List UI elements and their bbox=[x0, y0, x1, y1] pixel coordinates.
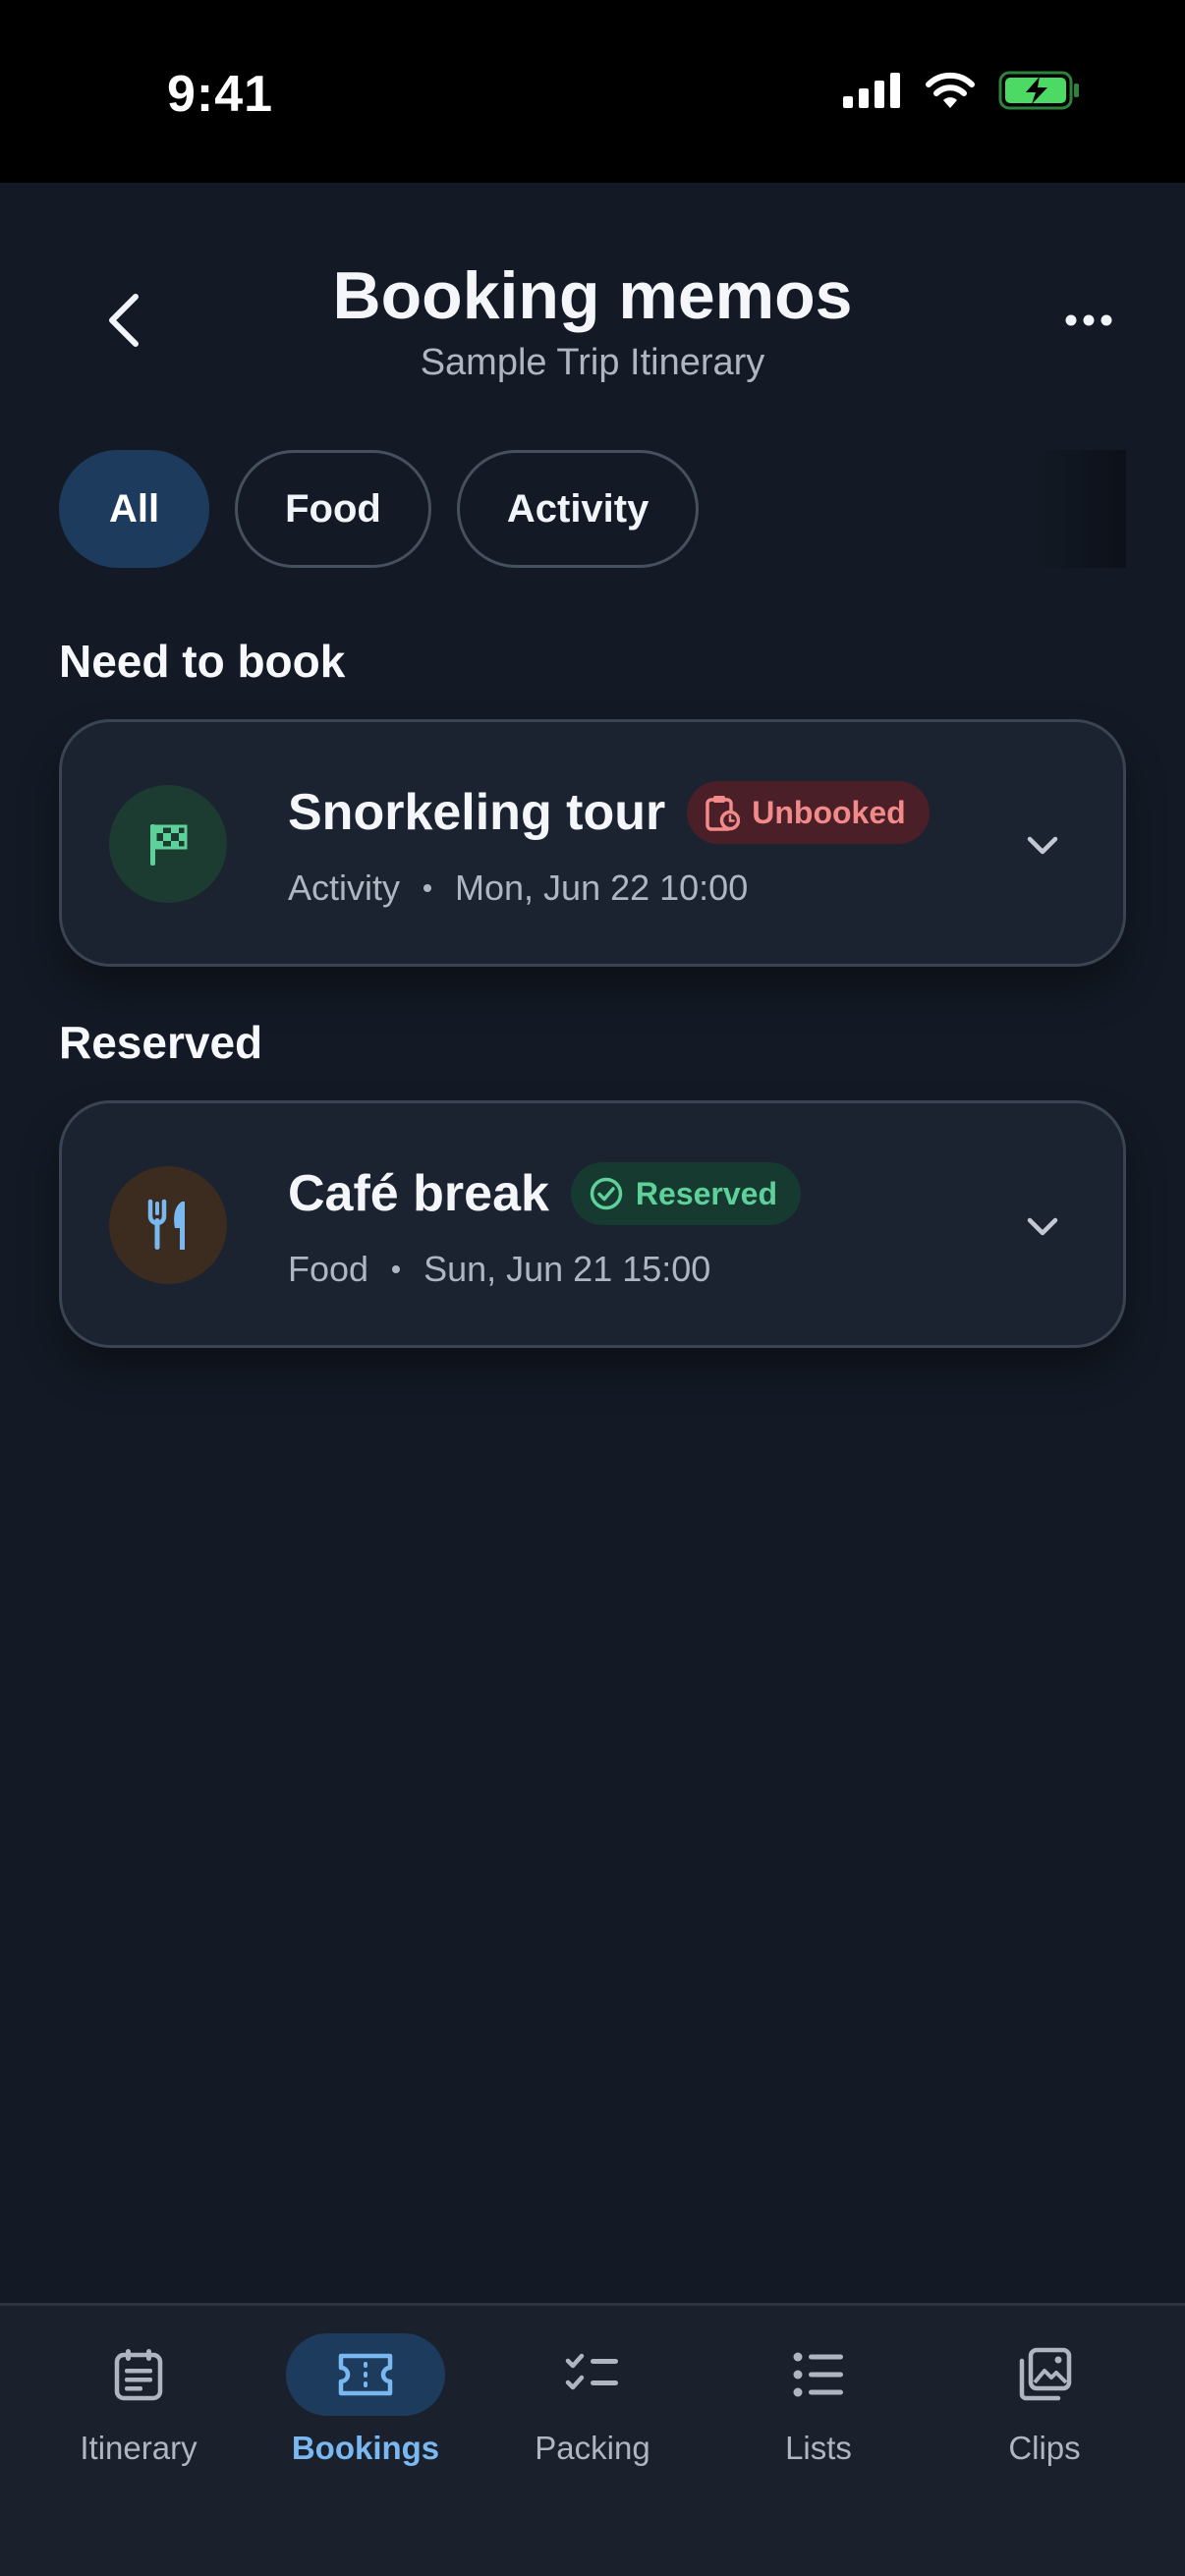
chevron-down-icon bbox=[1027, 836, 1058, 855]
tab-label: Packing bbox=[535, 2430, 650, 2466]
card-title-row: Snorkeling tour Unbooked bbox=[288, 781, 930, 844]
tab-icon-wrap bbox=[739, 2333, 898, 2416]
wifi-icon bbox=[926, 72, 975, 108]
booking-title: Café break bbox=[288, 1165, 549, 1222]
activity-icon-circle bbox=[109, 785, 227, 903]
food-icon-circle bbox=[109, 1166, 227, 1284]
booking-card-snorkeling[interactable]: Snorkeling tour Unbooked Activity Mon, J… bbox=[59, 719, 1126, 967]
booking-title: Snorkeling tour bbox=[288, 784, 666, 841]
filter-chip-activity[interactable]: Activity bbox=[456, 450, 700, 568]
page-subtitle: Sample Trip Itinerary bbox=[420, 342, 765, 383]
more-options-button[interactable] bbox=[1049, 281, 1128, 360]
tab-bookings[interactable]: Bookings bbox=[253, 2333, 479, 2467]
section-title-reserved: Reserved bbox=[59, 1017, 263, 1068]
filter-chips: All Food Activity bbox=[59, 450, 700, 568]
tab-label: Itinerary bbox=[80, 2430, 198, 2466]
status-time: 9:41 bbox=[167, 66, 274, 123]
booking-datetime: Mon, Jun 22 10:00 bbox=[455, 868, 749, 908]
expand-button[interactable] bbox=[1013, 816, 1072, 875]
checklist-icon bbox=[565, 2353, 618, 2390]
tab-lists[interactable]: Lists bbox=[705, 2333, 931, 2467]
booking-memos-screen: 9:41 Booking memos Sample Trip Itinerary… bbox=[0, 0, 1185, 2576]
status-icons bbox=[843, 71, 1081, 110]
filter-chip-all[interactable]: All bbox=[59, 450, 210, 568]
chips-scroll-fade bbox=[1032, 450, 1126, 568]
badge-label: Unbooked bbox=[752, 794, 906, 830]
separator-dot bbox=[392, 1265, 401, 1273]
tab-icon-wrap bbox=[286, 2333, 445, 2416]
booking-card-cafe[interactable]: Café break Reserved Food Sun, Jun 21 15:… bbox=[59, 1100, 1126, 1348]
chevron-down-icon bbox=[1027, 1217, 1058, 1236]
bottom-tab-bar: Itinerary Bookings Packing Lists Clips bbox=[0, 2303, 1185, 2576]
filter-chip-food[interactable]: Food bbox=[235, 450, 431, 568]
tab-label: Clips bbox=[1008, 2430, 1081, 2466]
fork-knife-icon bbox=[147, 1199, 185, 1250]
booking-meta: Food Sun, Jun 21 15:00 bbox=[288, 1249, 710, 1290]
list-icon bbox=[793, 2352, 843, 2397]
ticket-icon bbox=[338, 2353, 393, 2396]
separator-dot bbox=[423, 884, 432, 892]
booking-meta: Activity Mon, Jun 22 10:00 bbox=[288, 868, 748, 909]
expand-button[interactable] bbox=[1013, 1198, 1072, 1257]
booking-category: Food bbox=[288, 1249, 369, 1289]
check-circle-icon bbox=[590, 1177, 623, 1210]
booking-category: Activity bbox=[288, 868, 401, 908]
tab-label: Bookings bbox=[291, 2430, 440, 2466]
calendar-icon bbox=[114, 2349, 163, 2401]
badge-label: Reserved bbox=[635, 1175, 778, 1211]
tab-label: Lists bbox=[785, 2430, 852, 2466]
flag-icon bbox=[150, 824, 188, 866]
battery-charging-icon bbox=[998, 71, 1079, 110]
status-badge-unbooked: Unbooked bbox=[687, 781, 930, 844]
tab-itinerary[interactable]: Itinerary bbox=[26, 2333, 252, 2467]
status-bar: 9:41 bbox=[0, 0, 1185, 183]
tab-packing[interactable]: Packing bbox=[480, 2333, 705, 2467]
tab-icon-wrap bbox=[965, 2333, 1124, 2416]
booking-datetime: Sun, Jun 21 15:00 bbox=[423, 1249, 711, 1289]
tab-icon-wrap bbox=[513, 2333, 672, 2416]
clipboard-clock-icon bbox=[705, 796, 741, 831]
section-title-need-to-book: Need to book bbox=[59, 636, 346, 687]
card-title-row: Café break Reserved bbox=[288, 1162, 802, 1225]
page-title: Booking memos bbox=[332, 258, 853, 333]
tab-clips[interactable]: Clips bbox=[931, 2333, 1157, 2467]
tab-icon-wrap bbox=[59, 2333, 218, 2416]
more-horizontal-icon bbox=[1065, 314, 1112, 326]
status-badge-reserved: Reserved bbox=[570, 1162, 802, 1225]
signal-icon bbox=[843, 73, 900, 108]
gallery-icon bbox=[1019, 2347, 1072, 2401]
